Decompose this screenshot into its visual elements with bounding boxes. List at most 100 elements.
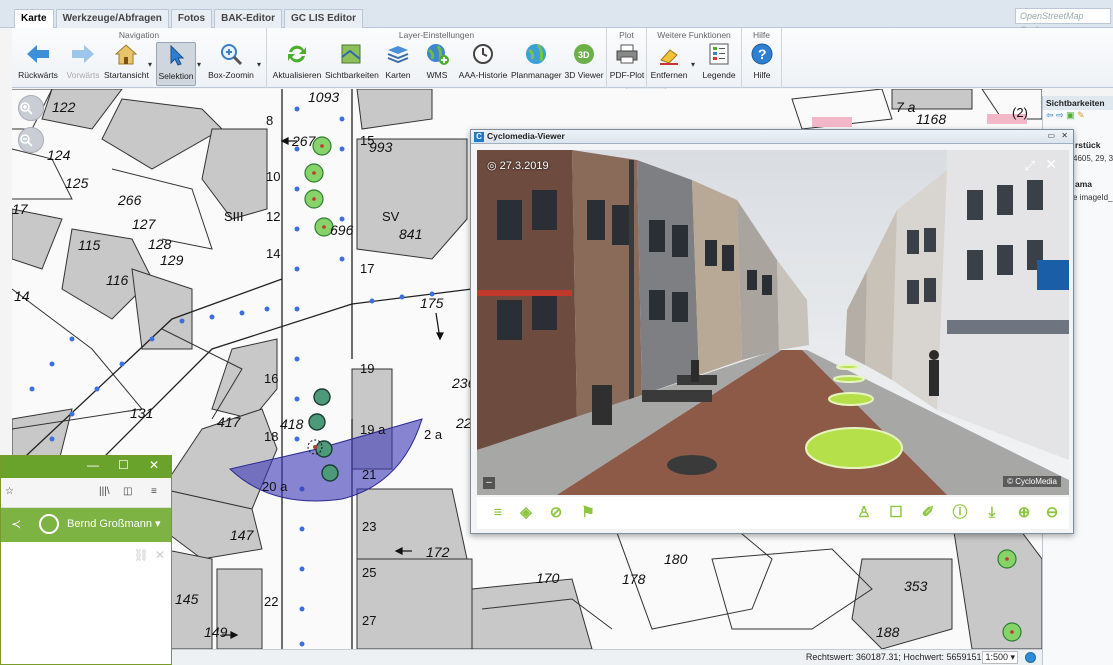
hide-icon[interactable]: ⊘ — [545, 502, 567, 524]
map-label: 267 — [292, 133, 316, 149]
close-icon[interactable]: ✕ — [149, 458, 159, 472]
map-label: 170 — [536, 570, 560, 586]
map-zoom-in-button[interactable] — [18, 95, 44, 121]
user-name: Bernd Großmann — [67, 518, 152, 530]
cursor-icon — [170, 44, 185, 66]
clock-icon — [473, 44, 493, 64]
select-button[interactable]: Selektion — [156, 42, 196, 86]
sidebar-icon[interactable]: ◫ — [123, 486, 132, 497]
box-zoom-button[interactable]: Box-Zoomin — [206, 42, 256, 86]
map-label: 2 a — [424, 427, 443, 442]
coordinate-readout: Rechtswert: 360187.31; Hochwert: 5659151… — [805, 652, 994, 662]
aaa-history-button[interactable]: AAA-Historie — [457, 42, 509, 86]
home-button[interactable]: Startansicht — [104, 42, 149, 86]
tab-werkzeuge[interactable]: Werkzeuge/Abfragen — [55, 9, 169, 28]
refresh-button[interactable]: Aktualisieren — [271, 42, 323, 86]
map-label: 178 — [622, 571, 646, 587]
help-icon: ? — [751, 43, 773, 65]
library-icon[interactable]: |||\ — [99, 486, 110, 497]
layers-icon[interactable]: ◈ — [515, 502, 537, 524]
viewer-title-bar[interactable]: C Cyclomedia-Viewer ▭ ✕ — [471, 130, 1073, 144]
globe-icon[interactable] — [1025, 652, 1036, 663]
map-label: 175 — [420, 295, 444, 311]
tab-karte[interactable]: Karte — [14, 9, 54, 28]
stack-icon — [387, 46, 409, 64]
browser-window[interactable]: — ☐ ✕ ☆ |||\ ◫ ≡ ≺ Bernd Großmann ▾ ⛓ ✕ — [0, 455, 172, 665]
map-label: 147 — [230, 527, 254, 543]
map-label: 1093 — [308, 89, 340, 105]
boxzoom-dropdown-caret[interactable]: ▾ — [257, 60, 261, 69]
visibility-button[interactable]: Sichtbarkeiten — [325, 42, 379, 86]
level-icon[interactable]: ♙ — [853, 502, 875, 524]
hamburger-menu-icon[interactable]: ≡ — [151, 486, 157, 497]
street-panorama[interactable]: ◎ 27.3.2019 ⤢ ✕ – © CycloMedia — [477, 150, 1069, 495]
report-icon[interactable]: ⚑ — [577, 502, 599, 524]
scale-select[interactable]: 1:500 ▾ — [982, 651, 1018, 664]
menu-icon[interactable]: ≡ — [487, 502, 509, 524]
info-icon[interactable]: ⓘ — [949, 502, 971, 524]
svg-text:3D: 3D — [578, 50, 590, 60]
map-label: 696 — [330, 222, 354, 238]
map-label: 19 a — [360, 422, 386, 437]
arrow-right-icon[interactable]: ⇨ — [1056, 110, 1064, 120]
maximize-icon[interactable]: ☐ — [118, 458, 129, 472]
cyclomedia-viewer-window[interactable]: C Cyclomedia-Viewer ▭ ✕ ◎ 27.3.2019 ⤢ ✕ … — [470, 129, 1074, 534]
measure-icon[interactable]: ✐ — [917, 502, 939, 524]
comment-icon[interactable]: ☐ — [885, 502, 907, 524]
minimize-icon[interactable]: — — [87, 458, 99, 472]
viewer-3d-button[interactable]: 3D 3D Viewer — [563, 42, 605, 86]
star-icon[interactable]: ☆ — [5, 486, 14, 497]
zoom-out-icon[interactable]: ⊖ — [1041, 502, 1063, 524]
map-label: 12 — [266, 209, 281, 224]
map-label: 149 — [204, 624, 228, 640]
map-label: 20 a — [262, 479, 288, 494]
tab-bak-editor[interactable]: BAK-Editor — [214, 9, 282, 28]
map-label: 15 — [360, 133, 375, 148]
map-label: 21 — [362, 467, 377, 482]
download-icon[interactable]: ⤓ — [981, 502, 1003, 524]
browser-toolbar: ☆ |||\ ◫ ≡ — [1, 478, 171, 508]
tab-gc-lis-editor[interactable]: GC LIS Editor — [283, 9, 363, 28]
avatar[interactable] — [39, 514, 59, 534]
planmanager-button[interactable]: Planmanager — [511, 42, 562, 86]
close-icon[interactable]: ✕ — [1045, 156, 1057, 173]
tab-fotos[interactable]: Fotos — [170, 9, 213, 28]
home-dropdown-caret[interactable]: ▾ — [148, 60, 152, 69]
arrow-left-icon[interactable]: ⇦ — [1046, 110, 1054, 120]
date-search-icon: ◎ — [487, 160, 497, 172]
export-icon[interactable]: ▣ — [1066, 110, 1075, 120]
share-icon[interactable]: ≺ — [11, 517, 21, 531]
ribbon-toolbar: Navigation Rückwärts Vorwärts Startansic… — [12, 28, 1113, 88]
expand-icon[interactable]: ⤢ — [1025, 158, 1035, 174]
main-tabs: Karte Werkzeuge/Abfragen Fotos BAK-Edito… — [14, 9, 363, 28]
osm-search-input[interactable]: OpenStreetMap Suche — [1015, 8, 1111, 35]
edit-icon[interactable]: ✎ — [1077, 110, 1085, 120]
refresh-icon — [288, 45, 306, 63]
remove-dropdown-caret[interactable]: ▾ — [691, 60, 695, 69]
link-icon[interactable]: ⛓ — [134, 548, 149, 562]
help-button[interactable]: ? Hilfe — [744, 42, 780, 86]
map-label: 127 — [132, 216, 156, 232]
viewer-window-buttons[interactable]: ▭ ✕ — [1048, 131, 1070, 140]
legend-button[interactable]: Legende — [699, 42, 739, 86]
user-bar: ≺ Bernd Großmann ▾ — [1, 508, 171, 542]
map-label: 129 — [160, 252, 184, 268]
map-label: 18 — [264, 429, 279, 444]
pdf-plot-button[interactable]: PDF-Plot — [608, 42, 646, 86]
back-button[interactable]: Rückwärts — [16, 42, 60, 86]
wms-button[interactable]: WMS — [419, 42, 455, 86]
map-zoom-out-button[interactable] — [18, 127, 44, 153]
zoom-in-icon[interactable]: ⊕ — [1013, 502, 1035, 524]
collapse-icon[interactable]: – — [483, 477, 495, 489]
select-dropdown-caret[interactable]: ▾ — [197, 60, 201, 69]
group-hilfe: Hilfe ? Hilfe — [742, 28, 782, 88]
close-icon[interactable]: ✕ — [155, 548, 165, 562]
maps-button[interactable]: Karten — [379, 42, 417, 86]
map-label: 266 — [118, 192, 142, 208]
browser-title-bar[interactable]: — ☐ ✕ — [1, 456, 171, 478]
remove-button[interactable]: Entfernen — [649, 42, 689, 86]
forward-button[interactable]: Vorwärts — [62, 42, 104, 86]
globe-3d-icon: 3D — [574, 44, 594, 64]
legend-icon — [709, 43, 729, 65]
user-menu[interactable]: Bernd Großmann ▾ — [67, 517, 161, 530]
